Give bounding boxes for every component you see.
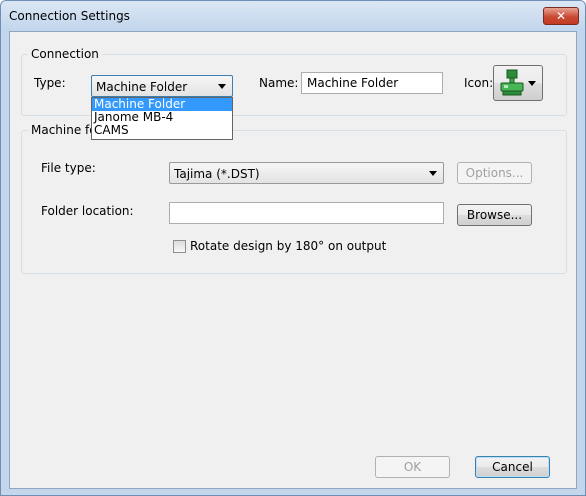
type-select[interactable]: Machine Folder — [91, 75, 233, 97]
connection-group-title: Connection — [28, 47, 102, 61]
connection-settings-dialog: Connection Settings ✕ Connection Type: M… — [0, 0, 586, 496]
name-field-value: Machine Folder — [307, 76, 399, 90]
chevron-down-icon — [218, 84, 226, 89]
title-bar[interactable]: Connection Settings ✕ — [1, 1, 585, 31]
rotate-checkbox[interactable] — [173, 240, 186, 253]
embroidery-machine-icon — [500, 69, 524, 96]
rotate-checkbox-label[interactable]: Rotate design by 180° on output — [190, 239, 386, 253]
type-option-cams[interactable]: CAMS — [92, 124, 232, 137]
file-type-select-value: Tajima (*.DST) — [174, 167, 260, 181]
type-select-value: Machine Folder — [96, 80, 188, 94]
folder-location-field[interactable] — [169, 202, 444, 224]
dialog-title: Connection Settings — [9, 9, 130, 23]
chevron-down-icon — [429, 171, 437, 176]
type-dropdown-list: Machine Folder Janome MB-4 CAMS — [91, 97, 233, 140]
icon-label: Icon: — [464, 76, 494, 90]
machine-folder-group-title: Machine fo — [28, 123, 100, 137]
file-type-select[interactable]: Tajima (*.DST) — [169, 162, 444, 184]
icon-picker-button[interactable] — [493, 65, 543, 101]
type-label: Type: — [34, 76, 66, 90]
options-button[interactable]: Options... — [457, 162, 532, 184]
chevron-down-icon — [528, 81, 536, 86]
dialog-body: Connection Type: Machine Folder Name: Ma… — [9, 31, 577, 489]
ok-button[interactable]: OK — [375, 456, 450, 478]
close-icon: ✕ — [555, 9, 567, 23]
file-type-label: File type: — [41, 161, 96, 175]
name-label: Name: — [259, 76, 299, 90]
cancel-button[interactable]: Cancel — [475, 456, 550, 478]
folder-location-label: Folder location: — [41, 204, 134, 218]
browse-button[interactable]: Browse... — [457, 204, 532, 226]
name-field[interactable]: Machine Folder — [301, 72, 443, 94]
close-button[interactable]: ✕ — [543, 7, 579, 25]
